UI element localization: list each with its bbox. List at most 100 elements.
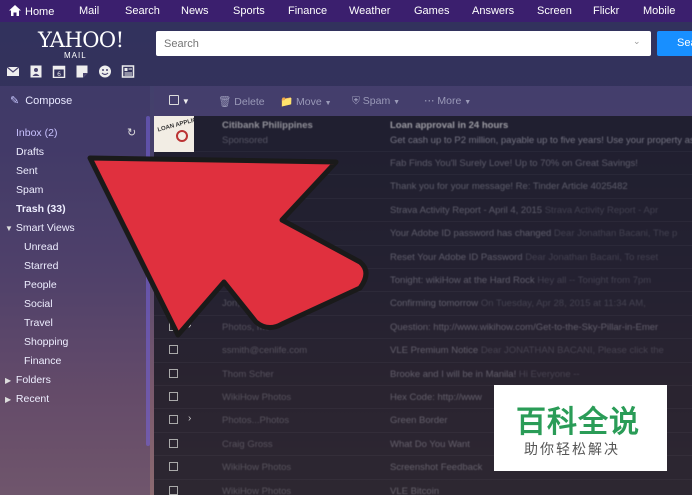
calendar-icon[interactable]: 6 [52,65,66,78]
row-checkbox[interactable] [169,462,178,472]
row-checkbox[interactable] [169,415,178,425]
nav-mobile[interactable]: Mobile [643,5,675,17]
folder-sidebar: ✎ Compose Inbox (2) ↻ Drafts Sent Spam Tr… [0,86,150,495]
smart-view-people[interactable]: People [24,279,57,291]
smart-view-unread[interactable]: Unread [24,241,58,253]
message-row[interactable]: Jon Scher Tonight: wikiHow at the Hard Ro… [154,269,692,293]
row-checkbox[interactable] [169,321,178,331]
compose-button[interactable]: ✎ Compose [10,94,72,107]
sidebar-scrollbar[interactable] [146,116,150,446]
folder-spam[interactable]: Spam [16,184,43,196]
folder-drafts[interactable]: Drafts [16,146,44,158]
message-subject: Brooke and I will be in Manila! [390,368,517,380]
nav-finance[interactable]: Finance [288,5,327,17]
message-subject: Confirming tomorrow [390,298,479,310]
nav-mail[interactable]: Mail [79,5,99,17]
mail-header: YAHOO! MAIL ⌄ Sea 6 [0,22,692,86]
mail-icon[interactable] [6,65,20,78]
message-row[interactable]: Your Adobe ID password has changed Dear … [154,222,692,246]
smart-view-travel[interactable]: Travel [24,317,53,329]
refresh-icon[interactable]: ↻ [127,126,136,139]
yahoo-mail-logo-sub: MAIL [64,51,87,60]
row-checkbox[interactable] [169,485,178,495]
recent-toggle[interactable]: ▶ Recent [5,393,49,405]
ellipsis-icon: ⋯ [424,95,435,107]
message-row[interactable]: Thank you for your message! Re: Tinder A… [154,175,692,199]
message-subject: Strava Activity Report - April 4, 2015 [390,204,543,216]
messenger-icon[interactable] [98,65,112,78]
row-checkbox[interactable] [169,298,178,308]
thread-expand-icon[interactable]: › [188,320,191,331]
chevron-down-icon: ▼ [324,100,332,107]
message-subject: VLE Premium Notice [390,345,479,357]
row-checkbox[interactable] [169,275,178,284]
nav-sports[interactable]: Sports [233,5,265,17]
nav-home[interactable]: Home [9,5,54,18]
nav-weather[interactable]: Weather [349,5,390,17]
row-checkbox[interactable] [169,181,178,191]
message-subject: What Do You Want [390,438,470,450]
message-preview: Hi Everyone -- [518,368,580,380]
nav-screen[interactable]: Screen [537,5,572,17]
svg-text:6: 6 [57,71,61,78]
spam-button[interactable]: ⛨ Spam ▼ [352,95,400,108]
message-preview: Strava Activity Report - Apr [544,204,659,216]
pencil-icon: ✎ [10,95,20,107]
nav-search[interactable]: Search [125,5,160,17]
chevron-down-icon: ▼ [181,97,190,106]
contacts-icon[interactable] [29,65,43,78]
row-checkbox[interactable] [169,251,178,261]
more-button[interactable]: ⋯ More ▼ [424,95,471,107]
nav-games[interactable]: Games [414,5,449,17]
folder-sent[interactable]: Sent [16,165,38,177]
thread-expand-icon[interactable]: › [188,413,191,424]
row-checkbox[interactable] [169,392,178,401]
newsfeed-icon[interactable] [121,65,135,78]
nav-answers[interactable]: Answers [472,5,514,17]
search-button[interactable]: Sea [657,31,692,56]
message-subject: Fab Finds You'll Surely Love! Up to 70% … [390,158,638,169]
message-subject: Hex Code: http://www [390,392,482,403]
nav-news[interactable]: News [181,5,209,17]
smart-view-starred[interactable]: Starred [24,260,58,272]
folder-inbox[interactable]: Inbox (2) [16,127,57,139]
more-label: More [437,95,462,107]
message-sender: WikiHow Photos [222,392,292,403]
message-row[interactable]: Thom Scher Brooke and I will be in Manila… [154,363,692,386]
message-row[interactable]: LOAN APPLICATION Citibank Philippines Sp… [154,116,692,152]
message-row[interactable]: › Jon, me Confirming tomorrow On Tuesday, … [154,292,692,316]
message-sender: Jon Scher [222,275,265,286]
thread-expand-icon[interactable]: › [188,296,191,307]
message-row[interactable]: WikiHow Photos VLE Bitcoin [154,480,692,495]
select-all-checkbox[interactable]: ▼ [169,95,190,107]
row-checkbox[interactable] [169,158,178,167]
message-row[interactable]: › Photos, me Question: http://www.wikihow.… [154,316,692,340]
nav-flickr[interactable]: Flickr [593,5,619,17]
chevron-down-icon: ▼ [5,224,13,233]
row-checkbox[interactable] [169,228,178,238]
folders-toggle[interactable]: ▶ Folders [5,374,51,386]
message-row[interactable]: Fab Finds You'll Surely Love! Up to 70% … [154,152,692,176]
row-checkbox[interactable] [169,204,178,214]
smart-views-toggle[interactable]: ▼ Smart Views [5,222,75,234]
message-row[interactable]: Reset Your Adobe ID Password Dear Jonath… [154,246,692,269]
search-options-chevron-icon[interactable]: ⌄ [633,36,645,48]
message-sender: Jon, me [222,298,256,310]
smart-view-social[interactable]: Social [24,298,53,310]
search-input[interactable] [156,31,651,56]
row-checkbox[interactable] [169,368,178,378]
folder-trash[interactable]: Trash (33) [16,203,66,215]
message-preview: On Tuesday, Apr 28, 2015 at 11:34 AM, [480,298,646,310]
row-checkbox[interactable] [169,438,178,448]
message-row[interactable]: ssmith@cenlife.com VLE Premium Notice Dea… [154,339,692,363]
message-subject: Reset Your Adobe ID Password [390,251,523,263]
delete-button[interactable]: 🗑 Delete [218,95,265,108]
move-button[interactable]: 📁 Move ▼ [280,95,332,108]
message-row[interactable]: Strava Activity Report - April 4, 2015 S… [154,199,692,223]
notepad-icon[interactable] [75,65,89,78]
yahoo-mail-logo[interactable]: YAHOO! [38,28,124,52]
smart-view-finance[interactable]: Finance [24,355,61,367]
row-checkbox[interactable] [169,345,178,355]
smart-view-shopping[interactable]: Shopping [24,336,68,348]
message-sender: Thom Scher [222,368,274,380]
